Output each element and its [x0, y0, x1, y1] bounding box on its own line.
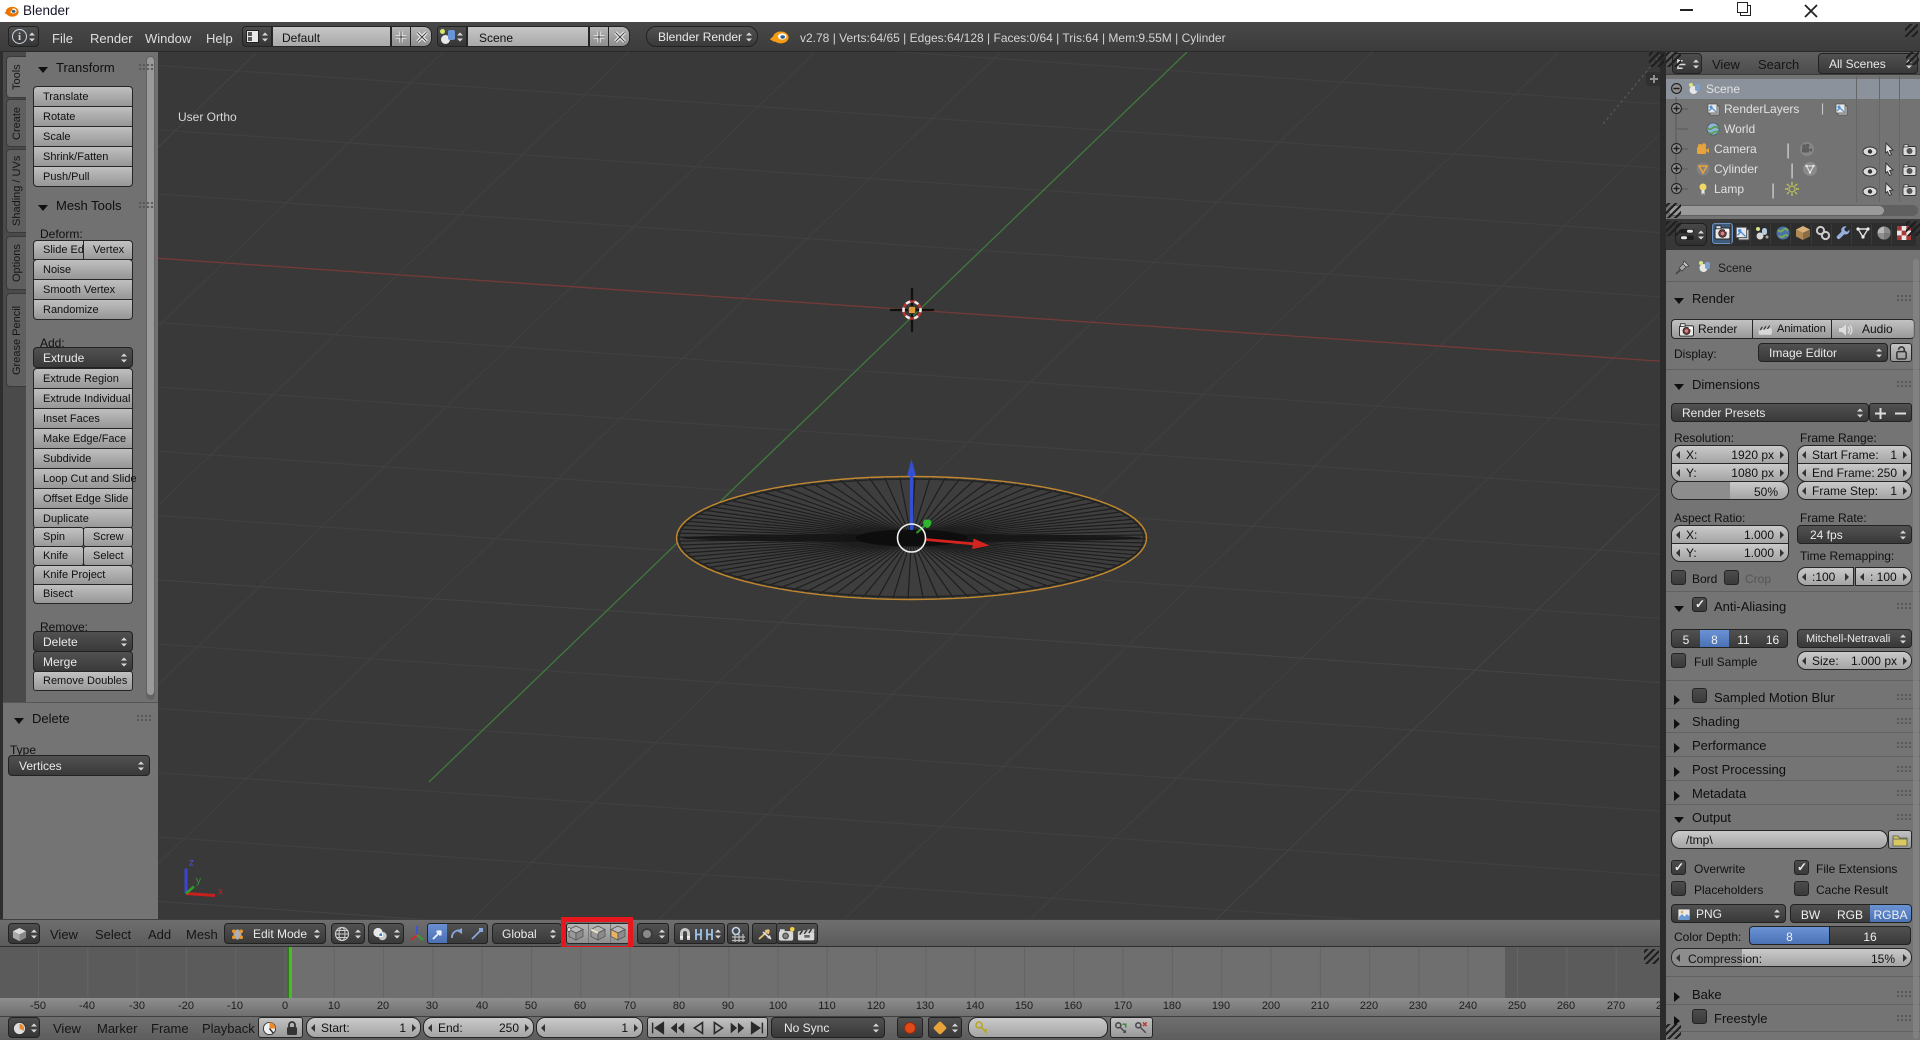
svg-text:z: z	[189, 858, 194, 869]
svg-text:y: y	[196, 876, 201, 887]
svg-text:x: x	[218, 887, 223, 898]
